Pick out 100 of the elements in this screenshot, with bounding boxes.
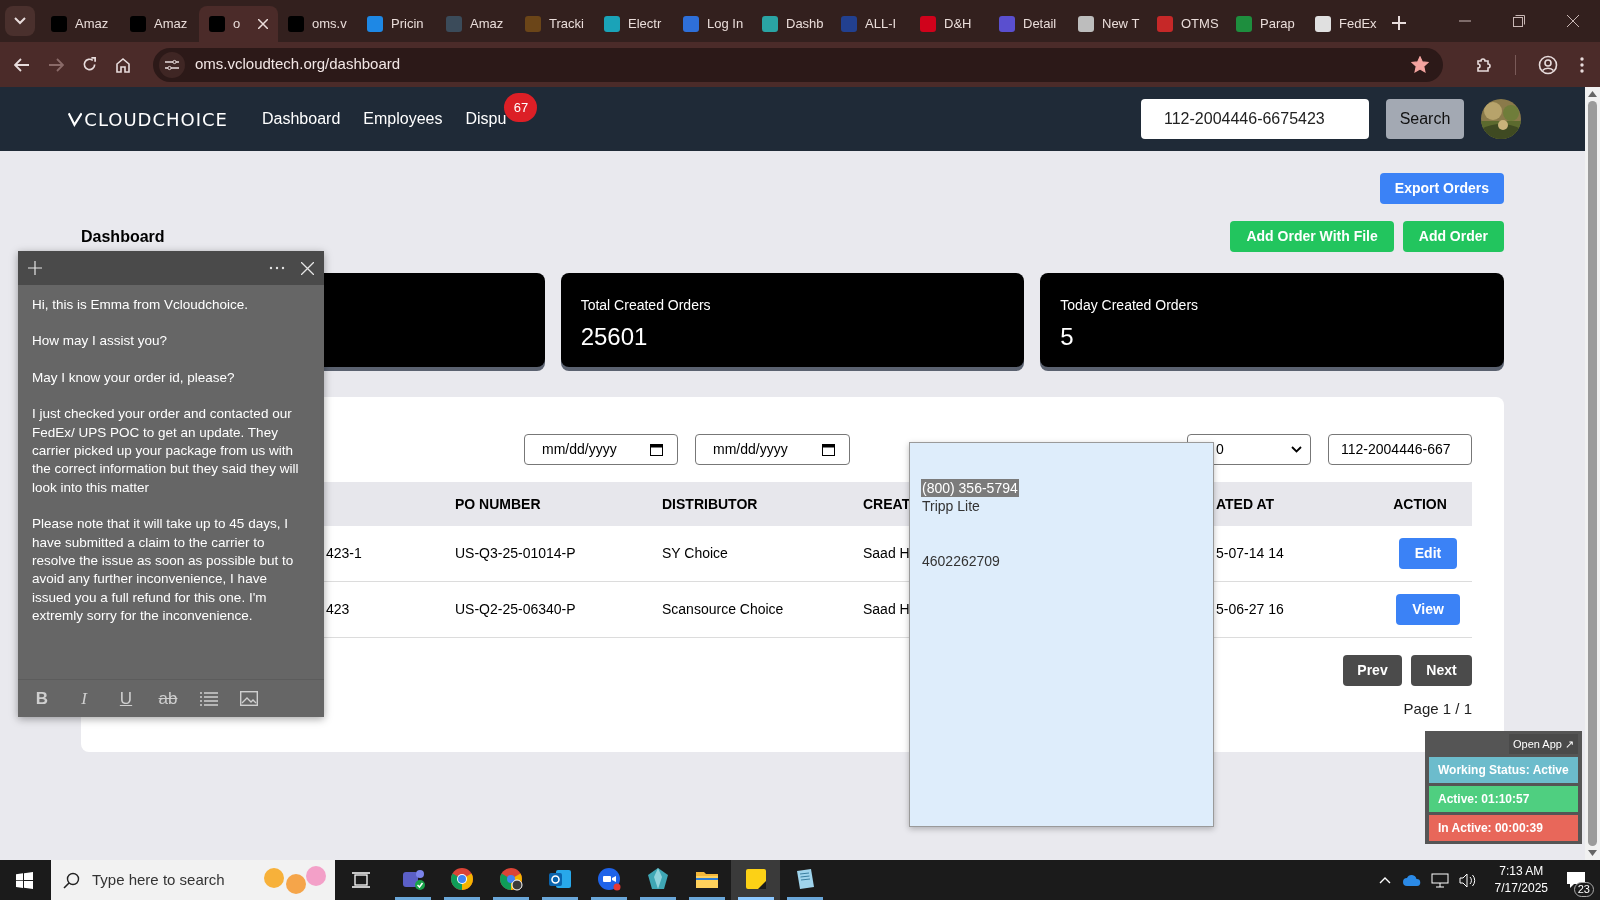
stat-label: Today Created Orders — [1060, 296, 1200, 315]
menu-icon[interactable] — [1580, 56, 1584, 73]
favicon-icon — [525, 16, 541, 32]
site-info-icon[interactable] — [165, 58, 179, 71]
chevron-down-icon — [14, 17, 26, 25]
page-title: Dashboard — [81, 226, 165, 247]
row-action-button[interactable]: View — [1396, 594, 1460, 625]
list-icon[interactable] — [200, 691, 218, 706]
status-row: Working Status: Active — [1429, 757, 1578, 783]
scroll-down-icon[interactable] — [1588, 850, 1597, 856]
note-paragraph: May I know your order id, please? — [32, 368, 236, 387]
browser-tab[interactable]: Pricin — [357, 6, 436, 42]
browser-tab[interactable]: Electr — [594, 6, 673, 42]
open-app-link[interactable]: Open App ↗ — [1509, 733, 1578, 755]
teams-icon — [400, 867, 425, 891]
tab-title: o — [233, 15, 241, 34]
favicon-icon — [446, 16, 462, 32]
image-icon[interactable] — [240, 691, 258, 706]
reload-icon[interactable] — [82, 57, 97, 72]
search-field[interactable]: 112-2004446-6675423 — [1141, 99, 1369, 139]
table-cell-text: Scansource Choice — [662, 600, 784, 619]
strikethrough-button[interactable]: ab — [158, 688, 178, 709]
nav-link[interactable]: Employees — [363, 107, 443, 131]
extensions-icon[interactable] — [1475, 55, 1493, 74]
page-indicator: Page 1 / 1 — [1403, 699, 1472, 719]
tab-title: Pricin — [391, 15, 424, 34]
browser-tab[interactable]: D&H — [910, 6, 989, 42]
windows-start-icon[interactable] — [16, 871, 33, 889]
tab-list-button[interactable] — [5, 6, 35, 36]
tab-title: D&H — [944, 15, 972, 34]
forward-icon[interactable] — [48, 57, 64, 72]
close-icon[interactable] — [258, 19, 268, 29]
nav-link[interactable]: Dashboard — [262, 107, 341, 131]
browser-tab[interactable]: New T — [1068, 6, 1147, 42]
table-cell-text: 423-1 — [326, 544, 362, 563]
cloud-icon[interactable] — [1402, 874, 1421, 886]
network-icon[interactable] — [1430, 872, 1449, 888]
clock-time[interactable]: 7:13 AM — [1499, 863, 1544, 880]
url-text: oms.vcloudtech.org/dashboard — [195, 54, 401, 75]
tab-title: Dashb — [786, 15, 824, 34]
close-icon[interactable] — [1567, 15, 1579, 27]
scrollbar-thumb[interactable] — [1588, 101, 1597, 846]
note-paragraph: Please note that it will take up to 45 days, I have submitted a claim to the carrier to resolve the issue as soon as possible but to avoid any further inconvenience, I have issued you a full refund for this one. I'm extremly sorry for the inconvenience. — [32, 515, 295, 626]
browser-tab[interactable]: Amaz — [120, 6, 199, 42]
stat-value: 25601 — [580, 322, 649, 352]
browser-tab[interactable]: o — [199, 6, 278, 42]
taskbar-app[interactable] — [731, 860, 780, 900]
notification-button[interactable]: 23 — [1556, 860, 1596, 900]
column-header: CREAT — [863, 494, 911, 514]
add-note-icon[interactable] — [28, 261, 42, 275]
nav-link[interactable]: Dispu — [465, 107, 507, 131]
column-header: ACTION — [1393, 494, 1447, 514]
browser-tab[interactable]: Parap — [1226, 6, 1305, 42]
home-icon[interactable] — [115, 56, 131, 73]
stat-value: 5 — [1060, 322, 1075, 352]
chrome-icon — [498, 867, 523, 891]
tab-title: ALL-I — [865, 15, 897, 34]
italic-button[interactable]: I — [74, 688, 94, 709]
clock-date[interactable]: 7/17/2025 — [1494, 880, 1548, 897]
chevron-up-icon[interactable] — [1378, 876, 1391, 884]
more-icon[interactable] — [269, 266, 285, 270]
popup-text: Tripp Lite — [921, 497, 981, 515]
search-button[interactable]: Search — [1386, 99, 1464, 139]
logo-v-icon — [68, 110, 83, 128]
bold-button[interactable]: B — [32, 688, 52, 709]
browser-tab[interactable]: Amaz — [436, 6, 515, 42]
next-button[interactable]: Next — [1411, 655, 1472, 686]
scroll-up-icon[interactable] — [1588, 91, 1597, 97]
browser-tab[interactable]: oms.v — [278, 6, 357, 42]
browser-tab[interactable]: OTMS — [1147, 6, 1226, 42]
tab-title: OTMS — [1181, 15, 1219, 34]
back-icon[interactable] — [14, 57, 30, 72]
date-field[interactable]: mm/dd/yyyy — [695, 433, 850, 465]
prev-button[interactable]: Prev — [1343, 655, 1402, 686]
mail-app-icon — [547, 867, 572, 891]
browser-tab[interactable]: Tracki — [515, 6, 594, 42]
task-view-icon[interactable] — [352, 872, 370, 888]
address-bar[interactable]: oms.vcloudtech.org/dashboard — [153, 47, 1443, 82]
favicon-icon — [367, 16, 383, 32]
row-action-button[interactable]: Edit — [1398, 538, 1458, 569]
bookmark-star-icon[interactable] — [1411, 56, 1429, 73]
volume-icon[interactable] — [1458, 872, 1477, 888]
tab-title: Amaz — [154, 15, 188, 34]
browser-tab[interactable]: Amaz — [41, 6, 120, 42]
search-field[interactable]: 112-2004446-667 — [1328, 433, 1472, 465]
date-field[interactable]: mm/dd/yyyy — [524, 433, 678, 465]
profile-icon[interactable] — [1538, 54, 1558, 75]
calendar-icon[interactable] — [650, 442, 663, 456]
browser-tab[interactable]: FedEx — [1305, 6, 1384, 42]
new-tab-icon[interactable] — [1392, 16, 1406, 30]
browser-tab[interactable]: Log In — [673, 6, 752, 42]
browser-tab[interactable]: Dashb — [752, 6, 831, 42]
underline-button[interactable]: U — [116, 688, 136, 709]
export-orders-button[interactable]: Export Orders — [1379, 173, 1504, 204]
browser-tab[interactable]: ALL-I — [831, 6, 910, 42]
browser-tab[interactable]: Detail — [989, 6, 1068, 42]
restore-icon[interactable] — [1513, 15, 1525, 27]
taskbar-search-field[interactable]: Type here to search — [51, 860, 335, 900]
favicon-icon — [1236, 16, 1252, 32]
calendar-icon[interactable] — [822, 442, 835, 456]
